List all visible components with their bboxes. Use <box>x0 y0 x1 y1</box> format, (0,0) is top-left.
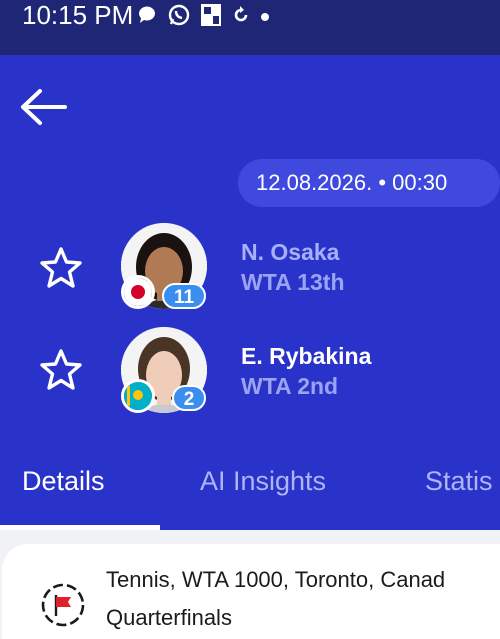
player-name: E. Rybakina <box>241 343 372 369</box>
tournament-round: Quarterfinals <box>106 605 232 630</box>
back-arrow-icon[interactable] <box>18 87 68 127</box>
status-bar: 10:15 PM <box>0 0 500 55</box>
chat-bubble-icon <box>136 4 158 31</box>
id-card-icon <box>200 3 222 32</box>
details-content: Tennis, WTA 1000, Toronto, Canad Quarter… <box>0 530 500 639</box>
status-time: 10:15 PM <box>22 0 134 30</box>
whatsapp-icon <box>167 3 191 32</box>
tournament-name: Tennis, WTA 1000, Toronto, Canad <box>106 567 446 592</box>
favorite-star-icon[interactable] <box>38 245 84 291</box>
japan-flag-icon <box>121 275 155 309</box>
sync-icon <box>231 5 251 30</box>
player-row-osaka[interactable]: 11 N. Osaka WTA 13th <box>0 223 500 313</box>
tournament-flag-icon <box>40 582 86 628</box>
player-rank: WTA 13th <box>241 269 345 295</box>
dot-icon <box>260 9 270 27</box>
tab-ai-insights[interactable]: AI Insights <box>200 463 326 499</box>
tab-bar: Details AI Insights Statis <box>0 455 500 530</box>
player-rank: WTA 2nd <box>241 373 339 399</box>
tournament-card[interactable]: Tennis, WTA 1000, Toronto, Canad Quarter… <box>2 544 500 639</box>
seed-badge: 2 <box>172 385 206 411</box>
tab-statistics[interactable]: Statis <box>425 463 493 499</box>
seed-badge: 11 <box>162 283 206 309</box>
favorite-star-icon[interactable] <box>38 347 84 393</box>
tab-details[interactable]: Details <box>22 463 105 499</box>
match-date-time: 12.08.2026. • 00:30 <box>238 159 500 207</box>
player-name: N. Osaka <box>241 239 340 265</box>
status-icons <box>136 3 270 32</box>
kazakhstan-flag-icon <box>121 379 155 413</box>
player-row-rybakina[interactable]: 2 E. Rybakina WTA 2nd <box>0 327 500 417</box>
